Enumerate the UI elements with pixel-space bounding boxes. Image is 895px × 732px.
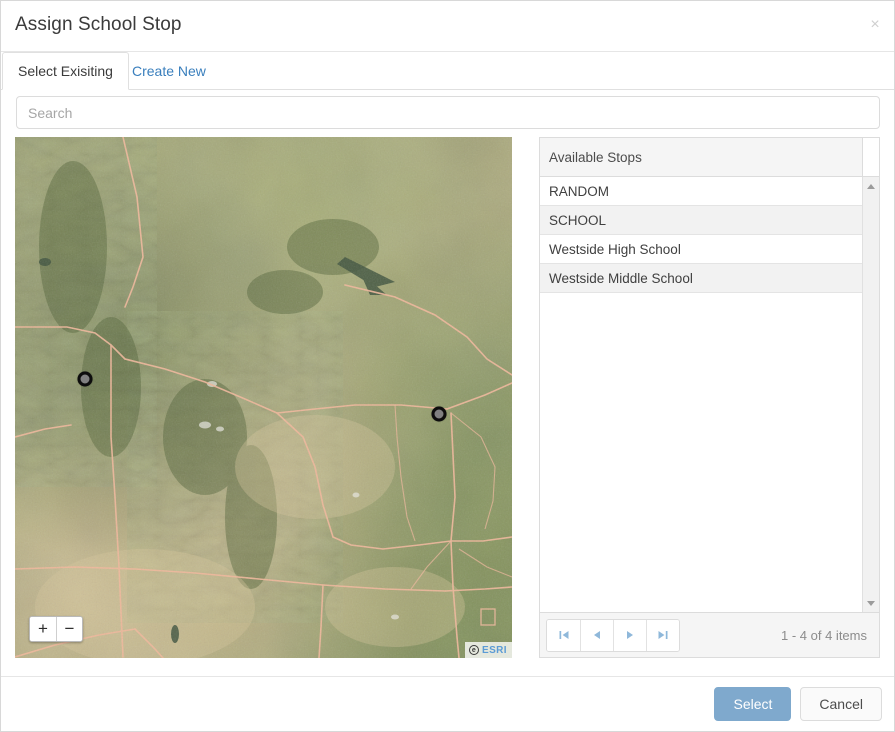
list-item-label: SCHOOL	[549, 213, 606, 228]
list-item-label: Westside High School	[549, 242, 681, 257]
list-item[interactable]: SCHOOL	[540, 206, 862, 235]
grid-pager: 1 - 4 of 4 items	[540, 612, 879, 657]
first-page-button[interactable]	[547, 620, 580, 651]
last-page-icon	[657, 629, 669, 641]
previous-page-button[interactable]	[580, 620, 613, 651]
stop-marker-1[interactable]	[78, 372, 93, 387]
search-input[interactable]	[16, 96, 880, 129]
close-icon[interactable]: ×	[863, 13, 887, 37]
assign-school-stop-dialog: Assign School Stop × Select Exisiting Cr…	[0, 0, 895, 732]
dialog-footer: Select Cancel	[1, 676, 895, 731]
grid-header-scroll-pad	[862, 138, 879, 176]
list-item[interactable]: RANDOM	[540, 177, 862, 206]
list-item-label: Westside Middle School	[549, 271, 693, 286]
esri-attribution-label: ESRI	[482, 645, 507, 656]
page-title: Assign School Stop	[15, 14, 182, 36]
stop-marker-2[interactable]	[431, 407, 446, 422]
list-item[interactable]: Westside Middle School	[540, 264, 862, 293]
pager-info: 1 - 4 of 4 items	[781, 628, 867, 643]
previous-page-icon	[591, 629, 603, 641]
select-button[interactable]: Select	[714, 687, 791, 721]
cancel-button[interactable]: Cancel	[800, 687, 882, 721]
next-page-button[interactable]	[613, 620, 646, 651]
grid-body: RANDOM SCHOOL Westside High School Wests…	[540, 177, 879, 612]
list-item-label: RANDOM	[549, 184, 609, 199]
grid-header: Available Stops	[540, 138, 879, 177]
tab-select-existing[interactable]: Select Exisiting	[2, 52, 129, 90]
list-item[interactable]: Westside High School	[540, 235, 862, 264]
zoom-in-button[interactable]: +	[30, 617, 56, 641]
esri-attribution[interactable]: e ESRI	[465, 642, 512, 658]
available-stops-panel: Available Stops RANDOM SCHOOL Westside H…	[539, 137, 880, 658]
tab-select-existing-label: Select Exisiting	[18, 63, 113, 79]
grid-scrollbar[interactable]	[862, 177, 879, 612]
scroll-down-icon[interactable]	[863, 594, 880, 612]
esri-logo-icon: e	[469, 645, 479, 655]
dialog-titlebar: Assign School Stop ×	[1, 1, 895, 52]
tab-create-new-label: Create New	[132, 63, 206, 79]
tab-create-new[interactable]: Create New	[116, 52, 222, 90]
last-page-button[interactable]	[646, 620, 679, 651]
map-satellite-imagery	[15, 137, 512, 658]
next-page-icon	[624, 629, 636, 641]
map-viewport[interactable]: + − e ESRI	[15, 137, 512, 658]
tabstrip: Select Exisiting Create New	[1, 52, 895, 90]
zoom-out-button[interactable]: −	[56, 617, 82, 641]
scroll-up-icon[interactable]	[863, 177, 880, 195]
map-zoom-controls: + −	[29, 616, 83, 642]
grid-header-label: Available Stops	[549, 150, 642, 165]
pager-buttons	[546, 619, 680, 652]
grid-row-list: RANDOM SCHOOL Westside High School Wests…	[540, 177, 862, 612]
first-page-icon	[558, 629, 570, 641]
